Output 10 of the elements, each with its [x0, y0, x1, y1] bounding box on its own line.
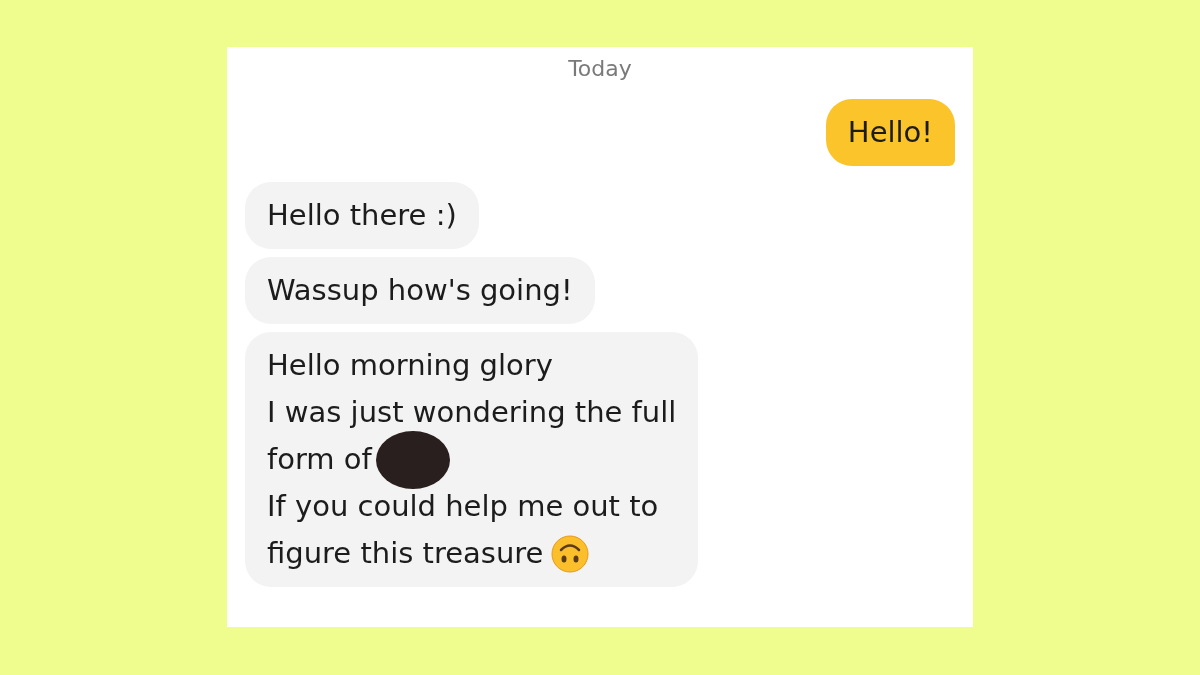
- message-text: If you could help me out to: [267, 488, 659, 525]
- message-text: I was just wondering the full: [267, 394, 677, 431]
- date-label: Today: [567, 55, 633, 83]
- message-text: form of: [267, 441, 372, 478]
- message-text: Hello morning glory: [267, 347, 553, 384]
- upside-down-smiley-icon: [551, 534, 590, 573]
- message-text: figure this treasure: [267, 535, 544, 572]
- message-text: Hello there :): [267, 197, 457, 234]
- message-text: Wassup how's going!: [267, 272, 573, 309]
- message-text: Hello!: [847, 114, 933, 151]
